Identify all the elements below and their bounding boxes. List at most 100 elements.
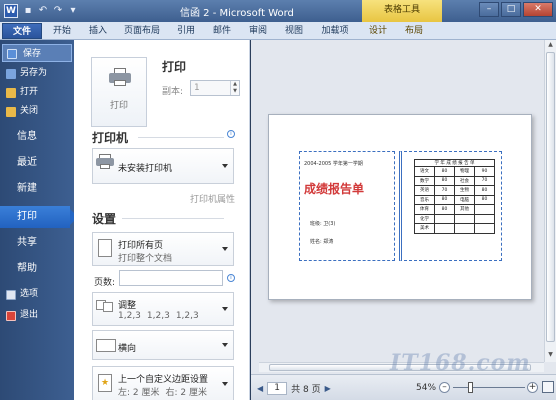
folder-close-icon: [6, 107, 16, 117]
print-range-dropdown[interactable]: 打印所有页 打印整个文档: [92, 232, 234, 266]
nav-recent[interactable]: 最近: [0, 152, 74, 174]
table-cell: [454, 213, 475, 224]
table-row: 体育 80 其他: [414, 204, 495, 215]
report-cover-panel: 2004-2005 学年第一学期 成绩报告单 班级: 卫(3) 姓名: 郑涛: [299, 151, 395, 261]
nav-new[interactable]: 新建: [0, 178, 74, 200]
nav-print[interactable]: 打印: [0, 206, 78, 228]
zoom-level[interactable]: 54%: [416, 383, 436, 393]
nav-exit[interactable]: 退出: [0, 306, 74, 324]
tab-review[interactable]: 审阅: [244, 23, 272, 39]
info-icon[interactable]: i: [227, 274, 235, 282]
current-page-input[interactable]: 1: [267, 382, 288, 395]
nav-info[interactable]: 信息: [0, 126, 74, 148]
collate-icon: [96, 297, 114, 313]
printer-properties-link[interactable]: 打印机属性: [190, 192, 235, 205]
tab-home[interactable]: 开始: [48, 23, 76, 39]
tab-design[interactable]: 设计: [364, 23, 392, 39]
tab-insert[interactable]: 插入: [84, 23, 112, 39]
nav-share[interactable]: 共享: [0, 232, 74, 254]
tab-table-layout[interactable]: 布局: [400, 23, 428, 39]
printer-section-title: 打印机: [92, 131, 129, 145]
copies-spin-icon[interactable]: ▲ ▼: [230, 81, 239, 95]
tab-mailings[interactable]: 邮件: [208, 23, 236, 39]
window-title: 信函 2 - Microsoft Word: [180, 8, 294, 19]
table-cell: 90: [474, 166, 495, 177]
tab-references[interactable]: 引用: [172, 23, 200, 39]
table-cell: 美术: [414, 223, 435, 234]
settings-section-title: 设置: [92, 212, 117, 226]
tab-view[interactable]: 视图: [280, 23, 308, 39]
printer-dropdown[interactable]: 未安装打印机: [92, 148, 234, 184]
table-cell: [434, 223, 455, 234]
next-page-icon[interactable]: ▶: [325, 384, 331, 393]
maximize-button[interactable]: □: [501, 2, 521, 17]
collate-desc: 1,2,3 1,2,3 1,2,3: [118, 311, 199, 321]
customize-icon[interactable]: ▾: [67, 5, 79, 17]
tab-addins[interactable]: 加载项: [316, 23, 354, 39]
nav-help[interactable]: 帮助: [0, 258, 74, 280]
info-icon[interactable]: i: [227, 130, 235, 138]
margins-desc: 左: 2 厘米 右: 2 厘米: [118, 388, 207, 398]
zoom-slider-track[interactable]: [453, 387, 525, 388]
table-row: 音乐 80 电脑 80: [414, 194, 495, 205]
table-cell: 其他: [454, 204, 475, 215]
zoom-slider-thumb[interactable]: [467, 382, 473, 393]
print-range-title: 打印所有页: [118, 241, 164, 251]
margins-star-icon: ★: [98, 374, 112, 392]
pages-input[interactable]: [119, 270, 223, 286]
copies-stepper[interactable]: 1 ▲ ▼: [190, 80, 240, 96]
name-line: 姓名: 郑涛: [310, 239, 334, 245]
zoom-out-button[interactable]: –: [439, 382, 450, 393]
scroll-down-icon[interactable]: ▼: [545, 350, 556, 360]
nav-open[interactable]: 打开: [0, 83, 74, 101]
preview-page: 2004-2005 学年第一学期 成绩报告单 班级: 卫(3) 姓名: 郑涛 学…: [268, 114, 532, 300]
folder-open-icon: [6, 88, 16, 98]
table-cell: 语文: [414, 166, 435, 177]
table-cell: 物理: [454, 166, 475, 177]
table-row: 语文 80 物理 90: [414, 166, 495, 177]
tab-file[interactable]: 文件: [2, 23, 42, 39]
status-bar: ◀ 1 共 8 页 ▶ 54% – +: [251, 374, 556, 400]
redo-icon[interactable]: ↷: [52, 5, 64, 17]
nav-options[interactable]: 选项: [0, 285, 74, 303]
section-divider: [122, 218, 224, 219]
vertical-scrollbar[interactable]: ▲ ▼: [544, 40, 556, 362]
report-title: 成绩报告单: [304, 182, 365, 196]
nav-save[interactable]: 保存: [2, 44, 72, 62]
section-divider: [138, 137, 224, 138]
close-button[interactable]: ✕: [523, 2, 553, 17]
save-icon[interactable]: ▪: [22, 5, 34, 17]
print-range-desc: 打印整个文档: [118, 254, 173, 264]
collate-dropdown[interactable]: 调整 1,2,3 1,2,3 1,2,3: [92, 292, 234, 326]
quick-access-toolbar: ▪ ↶ ↷ ▾: [22, 5, 79, 17]
undo-icon[interactable]: ↶: [37, 5, 49, 17]
zoom-to-page-icon[interactable]: [542, 381, 554, 393]
margins-title: 上一个自定义边距设置: [118, 375, 209, 385]
dropdown-arrow-icon: [222, 164, 228, 168]
watermark-logo: IT168.com: [390, 350, 531, 376]
vertical-scroll-thumb[interactable]: [546, 52, 555, 342]
zoom-in-button[interactable]: +: [527, 382, 538, 393]
table-cell: 生物: [454, 185, 475, 196]
previous-page-icon[interactable]: ◀: [257, 384, 263, 393]
table-cell: 数学: [414, 175, 435, 186]
table-row: 英语 70 生物 80: [414, 185, 495, 196]
tab-page-layout[interactable]: 页面布局: [120, 23, 164, 39]
print-button[interactable]: 打印: [91, 57, 147, 127]
pages-label: 页数:: [94, 278, 116, 288]
window-controls: – □ ✕: [479, 2, 553, 17]
table-tools-group: 表格工具: [362, 0, 442, 22]
table-cell: [434, 213, 455, 224]
print-button-label: 打印: [109, 101, 128, 111]
nav-save-as[interactable]: 另存为: [0, 64, 74, 82]
word-app-icon[interactable]: W: [4, 4, 18, 18]
scroll-up-icon[interactable]: ▲: [545, 40, 556, 50]
table-cell: 英语: [414, 185, 435, 196]
margins-dropdown[interactable]: ★ 上一个自定义边距设置 左: 2 厘米 右: 2 厘米: [92, 366, 234, 400]
orientation-dropdown[interactable]: 横向: [92, 330, 234, 360]
table-cell: 80: [434, 166, 455, 177]
copies-value: 1: [194, 83, 200, 93]
table-cell: [474, 223, 495, 234]
nav-close[interactable]: 关闭: [0, 102, 74, 120]
minimize-button[interactable]: –: [479, 2, 499, 17]
